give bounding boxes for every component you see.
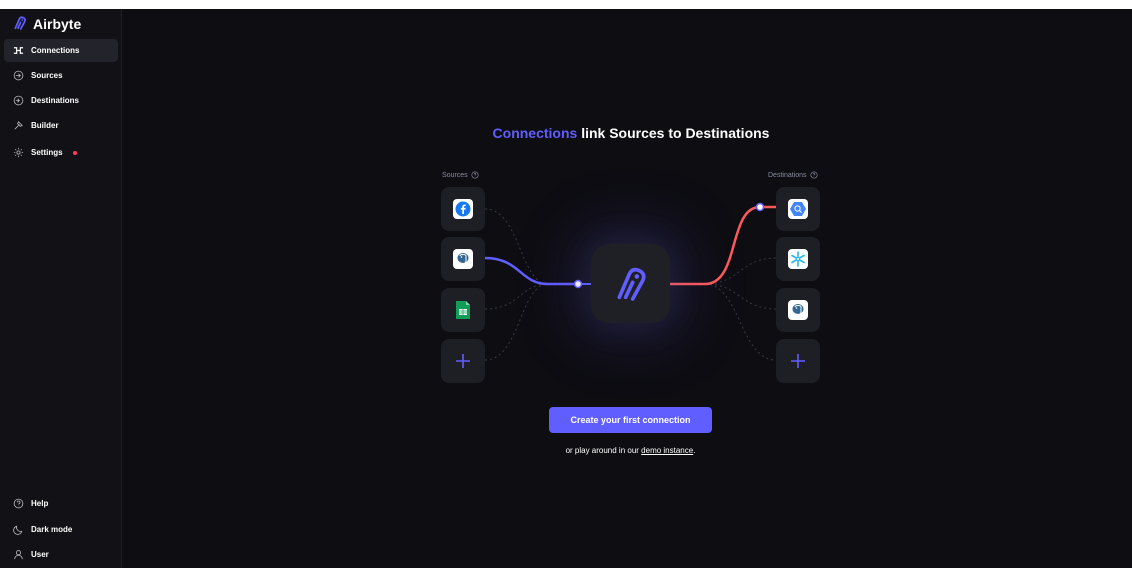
google-sheets-icon [453, 300, 473, 320]
postgres-icon [453, 249, 473, 269]
source-tile-postgres[interactable] [441, 237, 485, 281]
app-frame: Airbyte Connections Sources Destinations… [0, 9, 1132, 568]
demo-instance-link[interactable]: demo instance [641, 446, 693, 455]
destination-tile-snowflake[interactable] [776, 237, 820, 281]
connection-lines [484, 202, 777, 361]
info-icon[interactable] [471, 171, 479, 179]
airbyte-logo-icon [617, 267, 646, 301]
facebook-icon [453, 199, 473, 219]
postgres-icon [788, 300, 808, 320]
demo-instance-hint: or play around in our demo instance. [565, 446, 696, 455]
destinations-label: Destinations [768, 171, 818, 179]
airbyte-hub [591, 244, 670, 323]
plus-icon [456, 354, 470, 368]
title-rest: link Sources to Destinations [577, 125, 770, 141]
add-destination-button[interactable] [776, 339, 820, 383]
page-title: Connections link Sources to Destinations [362, 125, 900, 141]
create-connection-button[interactable]: Create your first connection [549, 407, 712, 433]
add-source-button[interactable] [441, 339, 485, 383]
info-icon[interactable] [810, 171, 818, 179]
source-tile-google-sheets[interactable] [441, 288, 485, 332]
source-tile-facebook[interactable] [441, 187, 485, 231]
sources-label: Sources [442, 171, 479, 179]
title-accent: Connections [492, 125, 578, 141]
destination-tile-postgres[interactable] [776, 288, 820, 332]
plus-icon [791, 354, 805, 368]
snowflake-icon [788, 249, 808, 269]
bigquery-icon [788, 199, 808, 219]
destination-tile-bigquery[interactable] [776, 187, 820, 231]
